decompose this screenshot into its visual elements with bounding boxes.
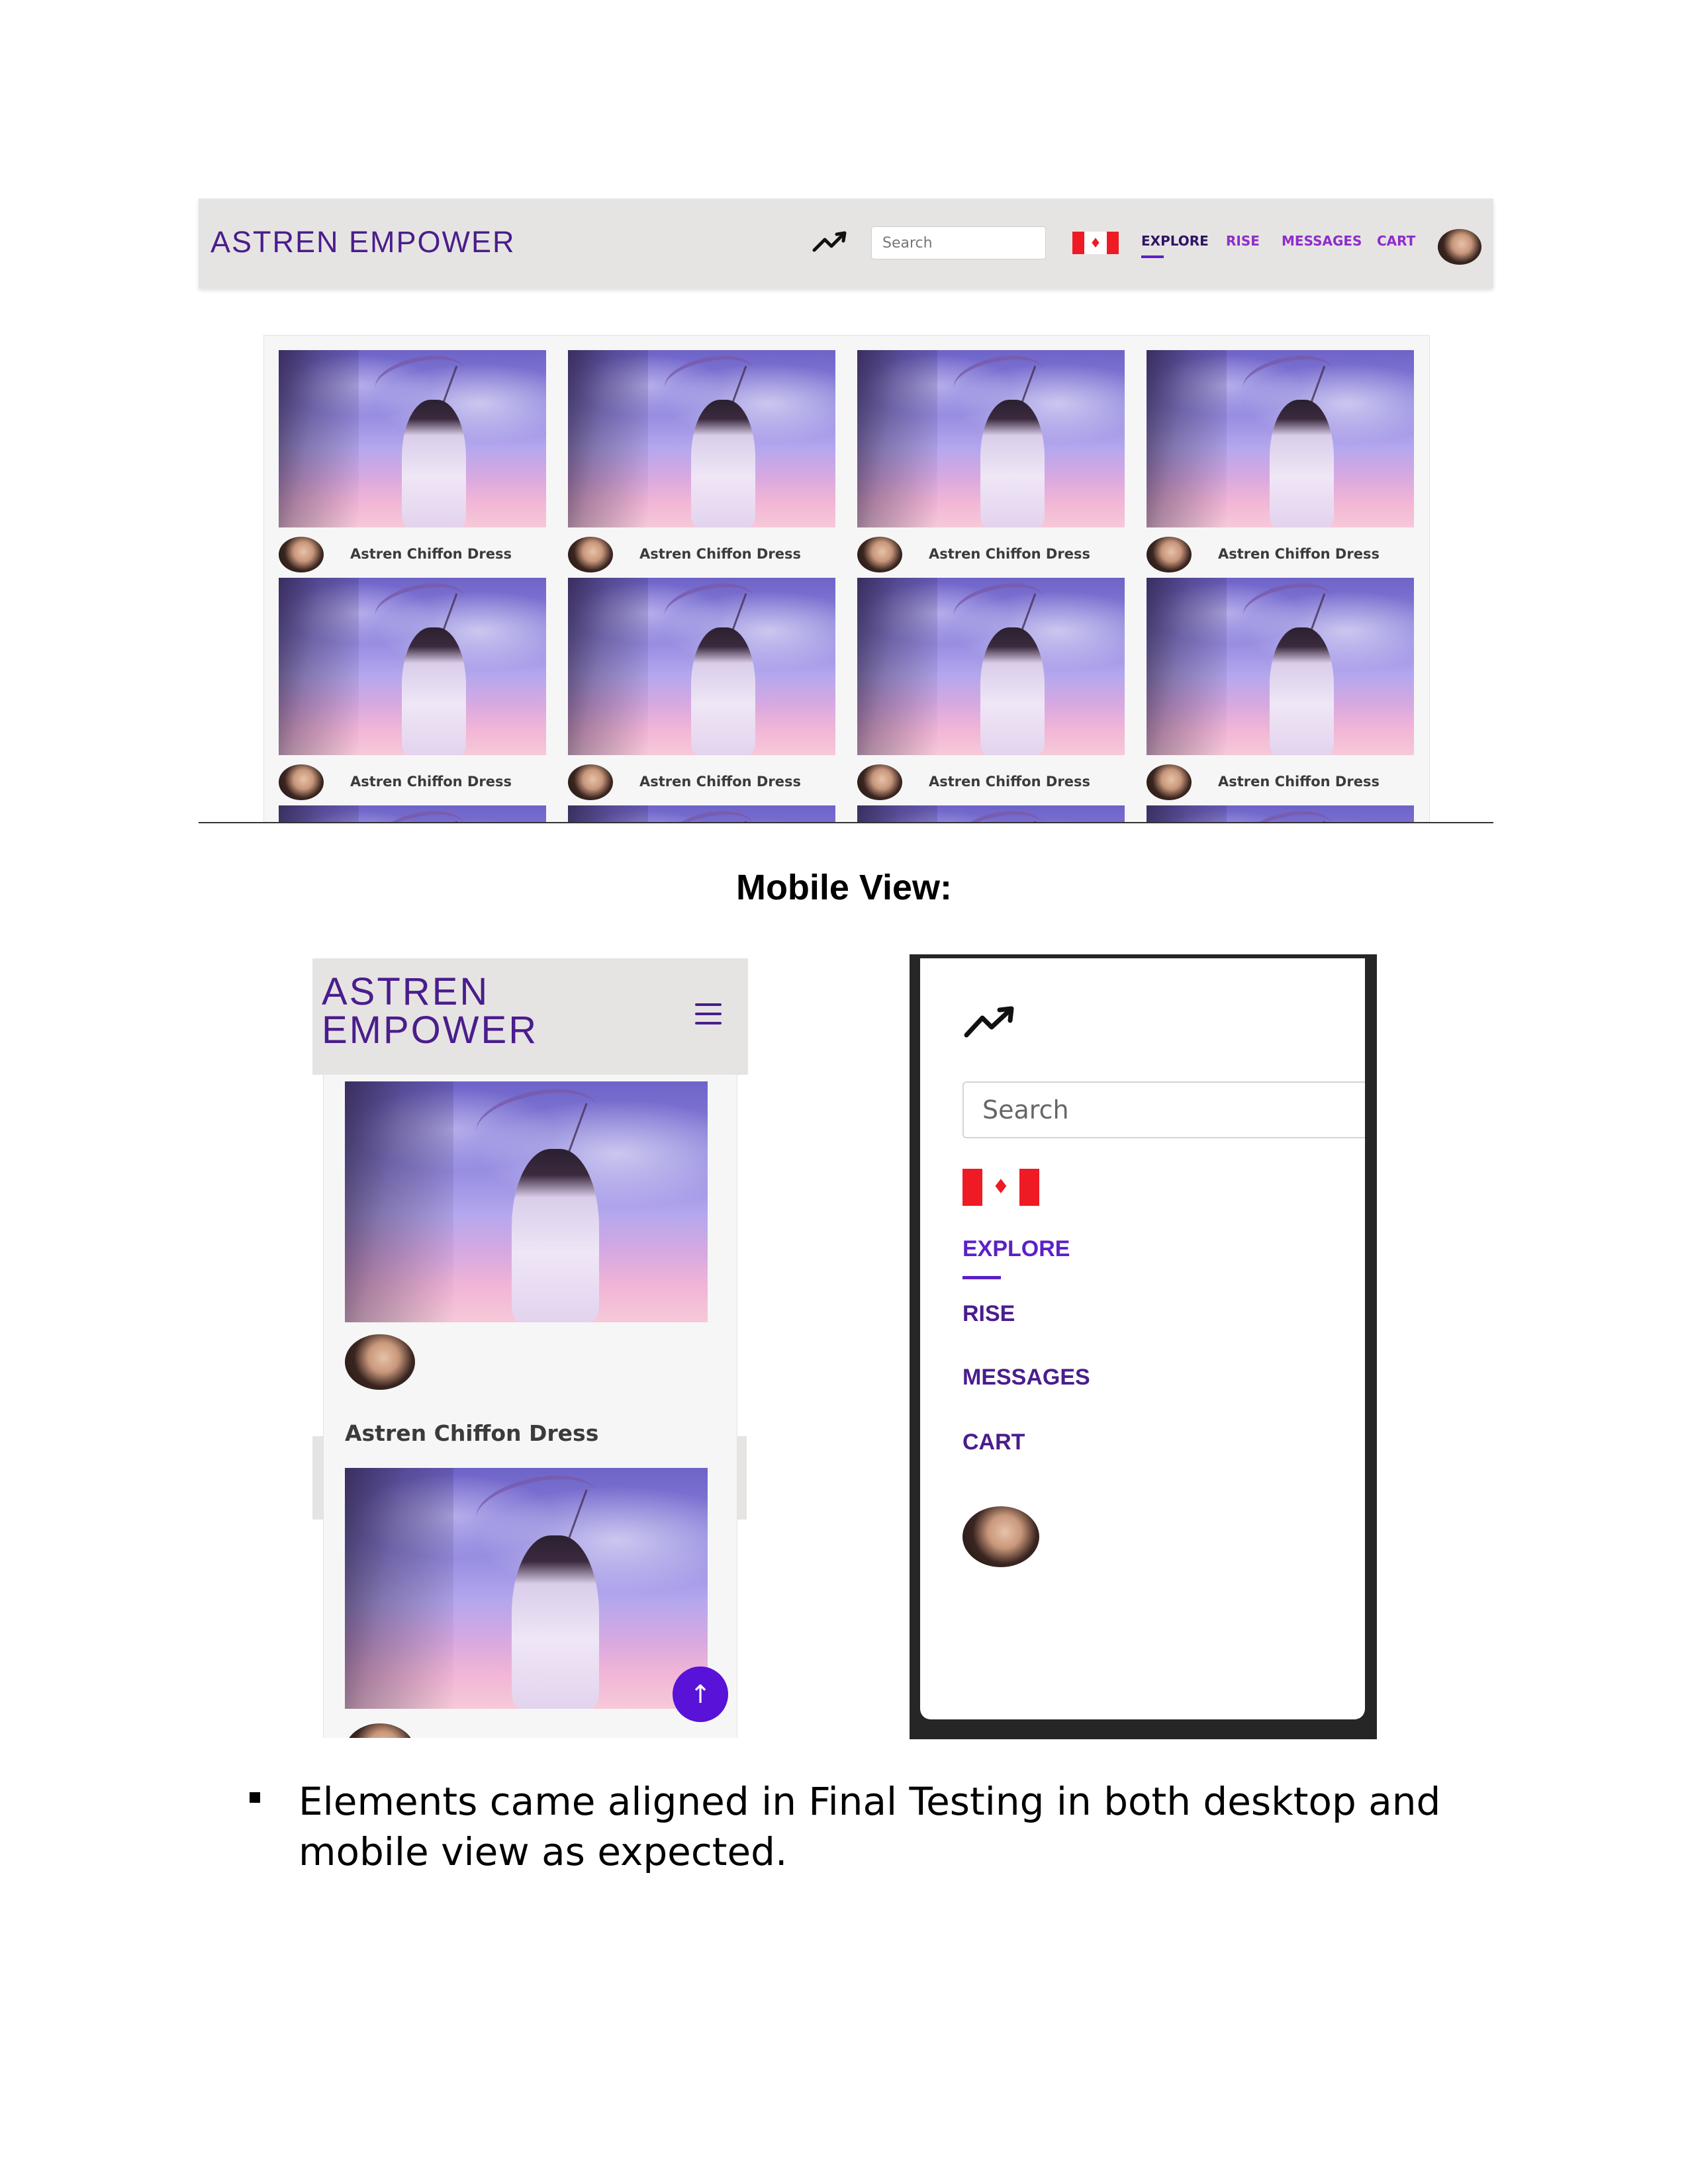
menu-item-rise[interactable]: RISE bbox=[962, 1301, 1015, 1327]
seller-avatar[interactable] bbox=[279, 764, 324, 800]
product-title[interactable]: Astren Chiffon Dress bbox=[350, 546, 512, 562]
search-input[interactable]: Search bbox=[962, 1081, 1365, 1138]
nav-rise[interactable]: RISE bbox=[1226, 233, 1260, 249]
section-heading: Mobile View: bbox=[735, 868, 953, 907]
product-image[interactable] bbox=[279, 350, 546, 527]
brand-line-2: EMPOWER bbox=[322, 1009, 539, 1052]
trending-up-icon[interactable] bbox=[812, 228, 849, 254]
product-title[interactable]: Astren Chiffon Dress bbox=[929, 546, 1090, 562]
product-image[interactable] bbox=[1147, 350, 1414, 527]
seller-avatar[interactable] bbox=[279, 537, 324, 572]
product-image[interactable] bbox=[857, 350, 1125, 527]
brand-logo[interactable]: ASTREN EMPOWER bbox=[211, 225, 516, 259]
seller-avatar[interactable] bbox=[568, 537, 613, 572]
trending-up-icon[interactable] bbox=[962, 1002, 1018, 1042]
mobile-menu-screenshot: Search ♦ EXPLORE RISE MESSAGES CART bbox=[910, 954, 1377, 1739]
menu-active-indicator bbox=[962, 1276, 1001, 1279]
nav-messages[interactable]: MESSAGES bbox=[1282, 233, 1362, 249]
product-image[interactable] bbox=[345, 1468, 708, 1709]
nav-active-indicator bbox=[1141, 255, 1164, 258]
menu-item-explore[interactable]: EXPLORE bbox=[962, 1236, 1070, 1262]
mobile-view-screenshot: Astren Chiffon Dress ASTREN EMPOWER ↑ bbox=[312, 958, 748, 1738]
brand-line-1: ASTREN bbox=[322, 970, 490, 1013]
nav-cart[interactable]: CART bbox=[1377, 233, 1415, 249]
product-image[interactable] bbox=[279, 805, 546, 823]
brand-logo[interactable]: ASTREN EMPOWER bbox=[322, 973, 538, 1050]
seller-avatar[interactable] bbox=[857, 537, 902, 572]
seller-avatar[interactable] bbox=[345, 1723, 415, 1738]
mobile-nav-drawer: Search ♦ EXPLORE RISE MESSAGES CART bbox=[920, 958, 1365, 1719]
product-image[interactable] bbox=[857, 805, 1125, 823]
side-gutter bbox=[736, 1436, 747, 1520]
mobile-product-list: Astren Chiffon Dress bbox=[323, 1075, 737, 1738]
menu-item-messages[interactable]: MESSAGES bbox=[962, 1365, 1090, 1390]
product-image[interactable] bbox=[568, 805, 835, 823]
product-grid: Astren Chiffon Dress Astren Chiffon Dres… bbox=[263, 335, 1430, 823]
desktop-header: ASTREN EMPOWER Search ♦ EXPLORE RISE MES… bbox=[199, 199, 1493, 289]
scroll-to-top-button[interactable]: ↑ bbox=[673, 1666, 728, 1722]
seller-avatar[interactable] bbox=[857, 764, 902, 800]
search-input[interactable]: Search bbox=[871, 226, 1046, 259]
product-title[interactable]: Astren Chiffon Dress bbox=[350, 774, 512, 790]
product-image[interactable] bbox=[1147, 805, 1414, 823]
seller-avatar[interactable] bbox=[1147, 537, 1192, 572]
canada-flag-icon[interactable]: ♦ bbox=[962, 1169, 1039, 1206]
screenshot-divider bbox=[199, 822, 1493, 823]
menu-item-cart[interactable]: CART bbox=[962, 1430, 1025, 1455]
mobile-header: ASTREN EMPOWER bbox=[312, 958, 748, 1075]
product-image[interactable] bbox=[279, 578, 546, 755]
user-avatar[interactable] bbox=[1438, 229, 1481, 265]
product-title[interactable]: Astren Chiffon Dress bbox=[639, 546, 801, 562]
seller-avatar[interactable] bbox=[568, 764, 613, 800]
product-image[interactable] bbox=[857, 578, 1125, 755]
seller-avatar[interactable] bbox=[1147, 764, 1192, 800]
product-title[interactable]: Astren Chiffon Dress bbox=[639, 774, 801, 790]
product-title[interactable]: Astren Chiffon Dress bbox=[1218, 774, 1380, 790]
bullet-marker bbox=[250, 1792, 260, 1803]
product-image[interactable] bbox=[1147, 578, 1414, 755]
hamburger-menu-icon[interactable] bbox=[695, 1003, 722, 1026]
product-title[interactable]: Astren Chiffon Dress bbox=[345, 1420, 598, 1446]
nav-explore[interactable]: EXPLORE bbox=[1141, 233, 1209, 249]
canada-flag-icon[interactable]: ♦ bbox=[1072, 232, 1119, 254]
user-avatar[interactable] bbox=[962, 1506, 1039, 1567]
product-image[interactable] bbox=[568, 578, 835, 755]
product-image[interactable] bbox=[568, 350, 835, 527]
side-gutter bbox=[312, 1436, 323, 1520]
product-title[interactable]: Astren Chiffon Dress bbox=[1218, 546, 1380, 562]
product-image[interactable] bbox=[345, 1081, 708, 1322]
product-title[interactable]: Astren Chiffon Dress bbox=[929, 774, 1090, 790]
seller-avatar[interactable] bbox=[345, 1334, 415, 1390]
bullet-text: Elements came aligned in Final Testing i… bbox=[299, 1779, 1441, 1874]
